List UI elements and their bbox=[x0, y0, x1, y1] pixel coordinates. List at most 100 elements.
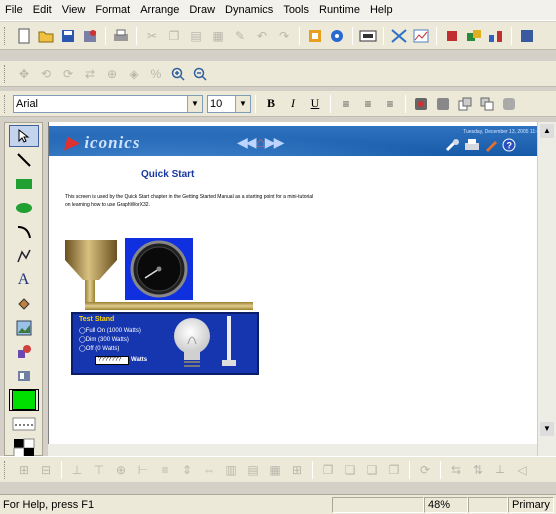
rotate-icon[interactable]: ⟳ bbox=[416, 461, 434, 479]
symbol-library-icon[interactable] bbox=[443, 27, 461, 45]
zoom-out-icon[interactable] bbox=[191, 65, 209, 83]
italic-button[interactable]: I bbox=[284, 96, 302, 111]
properties-icon[interactable] bbox=[328, 27, 346, 45]
open-folder-icon[interactable] bbox=[37, 27, 55, 45]
paste-special-icon[interactable]: ▦ bbox=[209, 27, 227, 45]
underline-button[interactable]: U bbox=[306, 96, 324, 111]
scroll-up-icon[interactable]: ▲ bbox=[540, 124, 554, 138]
toolbar-grip[interactable] bbox=[4, 94, 7, 113]
fill-tool-icon[interactable] bbox=[9, 293, 39, 315]
watts-input[interactable]: ??????? bbox=[95, 356, 129, 365]
radio-full-on[interactable]: ◯Full On (1000 Watts) bbox=[79, 327, 141, 336]
nudge-left-icon[interactable]: ◁ bbox=[513, 461, 531, 479]
flip-icon[interactable]: ⇄ bbox=[81, 65, 99, 83]
tank-icon[interactable] bbox=[65, 240, 117, 280]
arc-tool-icon[interactable] bbox=[9, 221, 39, 243]
wrench-icon[interactable] bbox=[445, 138, 461, 152]
mirror-icon[interactable]: ⟂ bbox=[491, 461, 509, 479]
rotate-right-icon[interactable]: ⟳ bbox=[59, 65, 77, 83]
printer-icon[interactable] bbox=[464, 138, 480, 152]
send-back-icon[interactable] bbox=[478, 95, 496, 113]
bring-forward-icon[interactable]: ❑ bbox=[363, 461, 381, 479]
send-backward-icon[interactable]: ❒ bbox=[385, 461, 403, 479]
vertical-scrollbar[interactable]: ▲ ▼ bbox=[537, 122, 556, 456]
new-file-icon[interactable] bbox=[15, 27, 33, 45]
cut-icon[interactable]: ✂ bbox=[143, 27, 161, 45]
radio-off[interactable]: ◯Off (0 Watts) bbox=[79, 345, 141, 354]
chevron-down-icon[interactable]: ▼ bbox=[235, 95, 250, 112]
zoom-in-icon[interactable] bbox=[169, 65, 187, 83]
ungroup-objects-icon[interactable]: ⊟ bbox=[37, 461, 55, 479]
line-tool-icon[interactable] bbox=[9, 149, 39, 171]
edit-script-icon[interactable] bbox=[306, 27, 324, 45]
font-name-combo[interactable]: Arial ▼ bbox=[13, 94, 203, 113]
switch-lever-icon[interactable] bbox=[219, 316, 241, 370]
format-painter-icon[interactable]: ✎ bbox=[231, 27, 249, 45]
group-icon[interactable] bbox=[412, 95, 430, 113]
print-icon[interactable] bbox=[112, 27, 130, 45]
copy-icon[interactable]: ❐ bbox=[165, 27, 183, 45]
fit-icon[interactable]: % bbox=[147, 65, 165, 83]
menu-arrange[interactable]: Arrange bbox=[135, 4, 184, 16]
toolbar-grip[interactable] bbox=[4, 64, 7, 83]
align-left-edges-icon[interactable]: ⊥ bbox=[68, 461, 86, 479]
align-top-edges-icon[interactable]: ⊤ bbox=[90, 461, 108, 479]
line-style-icon[interactable] bbox=[9, 413, 39, 435]
flip-horizontal-icon[interactable]: ⇆ bbox=[447, 461, 465, 479]
menu-view[interactable]: View bbox=[57, 4, 91, 16]
same-size-icon[interactable]: ▦ bbox=[266, 461, 284, 479]
menu-draw[interactable]: Draw bbox=[184, 4, 220, 16]
bold-button[interactable]: B bbox=[262, 96, 280, 111]
menu-dynamics[interactable]: Dynamics bbox=[220, 4, 278, 16]
same-height-icon[interactable]: ▤ bbox=[244, 461, 262, 479]
align-left-icon[interactable]: ≡ bbox=[337, 95, 355, 113]
toolbar-grip[interactable] bbox=[4, 26, 7, 45]
font-size-combo[interactable]: 10 ▼ bbox=[207, 94, 251, 113]
image-tool-icon[interactable] bbox=[9, 317, 39, 339]
align-center-icon[interactable]: ≡ bbox=[359, 95, 377, 113]
magnify-icon[interactable]: ◈ bbox=[125, 65, 143, 83]
pan-icon[interactable]: ✥ bbox=[15, 65, 33, 83]
datasource-icon[interactable] bbox=[518, 27, 536, 45]
send-to-back-icon[interactable]: ❏ bbox=[341, 461, 359, 479]
menu-tools[interactable]: Tools bbox=[278, 4, 314, 16]
bring-front-icon[interactable] bbox=[456, 95, 474, 113]
gauge-icon[interactable] bbox=[125, 238, 193, 300]
menu-runtime[interactable]: Runtime bbox=[314, 4, 365, 16]
navigation-arrows-icon[interactable]: ◀◀ ⌂ ▶▶ bbox=[237, 134, 284, 151]
rotate-left-icon[interactable]: ⟲ bbox=[37, 65, 55, 83]
menu-help[interactable]: Help bbox=[365, 4, 398, 16]
menu-format[interactable]: Format bbox=[90, 4, 135, 16]
ungroup-icon[interactable] bbox=[434, 95, 452, 113]
align-centers-icon[interactable]: ⊕ bbox=[112, 461, 130, 479]
trend-icon[interactable] bbox=[412, 27, 430, 45]
align-bottom-edges-icon[interactable]: ≡ bbox=[156, 461, 174, 479]
nudge-icon[interactable]: ⊕ bbox=[103, 65, 121, 83]
space-vertical-icon[interactable]: ⇕ bbox=[178, 461, 196, 479]
paste-icon[interactable]: ▤ bbox=[187, 27, 205, 45]
light-bulb-icon[interactable] bbox=[167, 316, 217, 370]
pointer-tool-icon[interactable] bbox=[8, 125, 39, 147]
fill-color-swatch[interactable] bbox=[8, 389, 39, 411]
polyline-tool-icon[interactable] bbox=[9, 245, 39, 267]
same-width-icon[interactable]: ▥ bbox=[222, 461, 240, 479]
align-right-icon[interactable]: ≡ bbox=[381, 95, 399, 113]
help-icon[interactable]: ? bbox=[502, 138, 516, 152]
group-objects-icon[interactable]: ⊞ bbox=[15, 461, 33, 479]
flip-vertical-icon[interactable]: ⇅ bbox=[469, 461, 487, 479]
activex-tool-icon[interactable] bbox=[9, 365, 39, 387]
chevron-down-icon[interactable]: ▼ bbox=[187, 95, 202, 112]
scroll-down-icon[interactable]: ▼ bbox=[540, 422, 554, 436]
duplicate-icon[interactable] bbox=[500, 95, 518, 113]
edit-pencil-icon[interactable] bbox=[483, 138, 499, 152]
save-all-icon[interactable] bbox=[81, 27, 99, 45]
rectangle-tool-icon[interactable] bbox=[9, 173, 39, 195]
align-right-edges-icon[interactable]: ⊢ bbox=[134, 461, 152, 479]
menu-file[interactable]: File bbox=[0, 4, 28, 16]
global-aliases-icon[interactable] bbox=[487, 27, 505, 45]
undo-icon[interactable]: ↶ bbox=[253, 27, 271, 45]
radio-dim[interactable]: ◯Dim (300 Watts) bbox=[79, 336, 141, 345]
menu-edit[interactable]: Edit bbox=[28, 4, 57, 16]
toolbar-grip[interactable] bbox=[4, 460, 7, 479]
text-tool-icon[interactable]: A bbox=[9, 269, 39, 291]
